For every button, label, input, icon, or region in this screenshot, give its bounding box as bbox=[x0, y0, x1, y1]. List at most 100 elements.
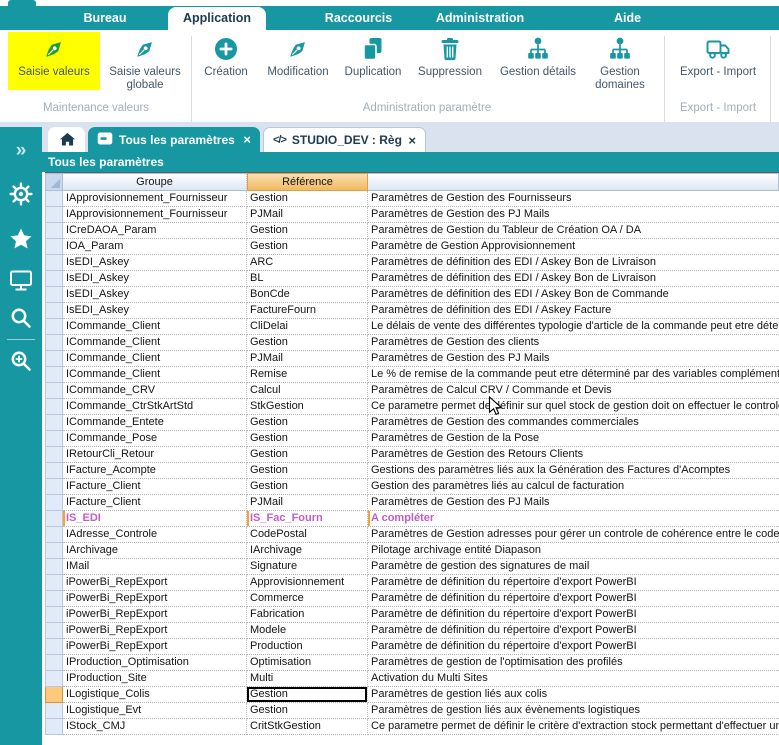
table-row[interactable]: ILogistique_ColisGestionParamètres de ge… bbox=[45, 687, 779, 703]
cell-groupe[interactable]: ICommande_CtrStkArtStd bbox=[63, 399, 247, 415]
monitor-icon[interactable] bbox=[8, 267, 34, 293]
row-header[interactable] bbox=[45, 559, 63, 575]
cell-groupe[interactable]: iPowerBi_RepExport bbox=[63, 639, 247, 655]
cell-description[interactable]: Paramètres de définition des EDI / Askey… bbox=[368, 255, 779, 271]
cell-reference[interactable]: Commerce bbox=[247, 591, 368, 607]
cell-description[interactable]: Gestions des paramètres liés aux la Géné… bbox=[368, 463, 779, 479]
table-row[interactable]: iPowerBi_RepExportModeleParamètre de déf… bbox=[45, 623, 779, 639]
table-row[interactable]: ICommande_ClientGestionParamètres de Ges… bbox=[45, 335, 779, 351]
row-header[interactable] bbox=[45, 335, 63, 351]
document-tab-tous-les-parametres[interactable]: Tous les paramètres× bbox=[88, 127, 260, 152]
menu-tab-aide[interactable]: Aide bbox=[575, 6, 680, 30]
row-header[interactable] bbox=[45, 495, 63, 511]
table-row[interactable]: ICommande_ClientPJMailParamètres de Gest… bbox=[45, 351, 779, 367]
table-row[interactable]: IsEDI_AskeyBLParamètres de définition de… bbox=[45, 271, 779, 287]
table-row[interactable]: IApprovisionnement_FournisseurPJMailPara… bbox=[45, 207, 779, 223]
cell-groupe[interactable]: IOA_Param bbox=[63, 239, 247, 255]
table-row[interactable]: IFacture_AcompteGestionGestions des para… bbox=[45, 463, 779, 479]
close-icon[interactable]: × bbox=[243, 133, 251, 146]
row-header[interactable] bbox=[45, 415, 63, 431]
cell-reference[interactable]: Gestion bbox=[247, 703, 368, 719]
row-header[interactable] bbox=[45, 399, 63, 415]
cell-groupe[interactable]: IStock_CMJ bbox=[63, 719, 247, 735]
row-header[interactable] bbox=[45, 447, 63, 463]
cell-reference[interactable]: FactureFourn bbox=[247, 303, 368, 319]
table-row[interactable]: IRetourCli_RetourGestionParamètres de Ge… bbox=[45, 447, 779, 463]
cell-description[interactable]: Paramètres de définition des EDI / Askey… bbox=[368, 287, 779, 303]
cell-description[interactable]: Ce parametre permet de définir le critèr… bbox=[368, 719, 779, 735]
zoom-in-icon[interactable] bbox=[8, 348, 34, 374]
cell-reference[interactable]: Approvisionnement bbox=[247, 575, 368, 591]
cell-groupe[interactable]: iPowerBi_RepExport bbox=[63, 591, 247, 607]
cell-description[interactable]: Paramètres de Gestion du Tableur de Créa… bbox=[368, 223, 779, 239]
cell-description[interactable]: Gestion des paramètres liés au calcul de… bbox=[368, 479, 779, 495]
cell-description[interactable]: Paramètre de définition du répertoire d'… bbox=[368, 575, 779, 591]
home-tab[interactable] bbox=[48, 127, 85, 152]
document-tab-studio-dev[interactable]: </>STUDIO_DEV : Règles DI...× bbox=[263, 127, 426, 152]
cell-groupe[interactable]: IApprovisionnement_Fournisseur bbox=[63, 191, 247, 207]
chevrons-right-icon[interactable]: » bbox=[8, 137, 34, 163]
cell-reference[interactable]: Gestion bbox=[247, 447, 368, 463]
cell-groupe[interactable]: ICommande_Client bbox=[63, 319, 247, 335]
table-row[interactable]: IFacture_ClientGestionGestion des paramè… bbox=[45, 479, 779, 495]
cell-groupe[interactable]: iPowerBi_RepExport bbox=[63, 607, 247, 623]
table-row[interactable]: ICommande_ClientCliDelaiLe délais de ven… bbox=[45, 319, 779, 335]
row-header[interactable] bbox=[45, 671, 63, 687]
table-row[interactable]: IsEDI_AskeyARCParamètres de définition d… bbox=[45, 255, 779, 271]
table-row[interactable]: IMailSignatureParamètre de gestion des s… bbox=[45, 559, 779, 575]
cell-reference[interactable]: PJMail bbox=[247, 351, 368, 367]
cell-description[interactable]: Paramètre de définition du répertoire d'… bbox=[368, 591, 779, 607]
cell-description[interactable]: Paramètres de Gestion des PJ Mails bbox=[368, 207, 779, 223]
cell-reference[interactable]: Calcul bbox=[247, 383, 368, 399]
cell-groupe[interactable]: ICreDAOA_Param bbox=[63, 223, 247, 239]
cell-reference[interactable]: Gestion bbox=[247, 431, 368, 447]
row-header[interactable] bbox=[45, 367, 63, 383]
table-row[interactable]: iPowerBi_RepExportFabricationParamètre d… bbox=[45, 607, 779, 623]
cell-groupe[interactable]: IsEDI_Askey bbox=[63, 271, 247, 287]
cell-reference[interactable]: Optimisation bbox=[247, 655, 368, 671]
cell-description[interactable]: Paramètre de définition du répertoire d'… bbox=[368, 639, 779, 655]
grid-select-all-corner[interactable] bbox=[45, 173, 63, 191]
cell-reference[interactable]: CritStkGestion bbox=[247, 719, 368, 735]
cell-groupe[interactable]: IFacture_Client bbox=[63, 479, 247, 495]
ribbon-button-saisie-valeurs[interactable]: Saisie valeurs bbox=[8, 32, 100, 90]
cell-description[interactable]: Paramètres de gestion de l'optimisation … bbox=[368, 655, 779, 671]
cell-groupe[interactable]: IS_EDI bbox=[63, 511, 247, 527]
cell-reference[interactable]: IArchivage bbox=[247, 543, 368, 559]
table-row[interactable]: ICommande_PoseGestionParamètres de Gesti… bbox=[45, 431, 779, 447]
row-header[interactable] bbox=[45, 623, 63, 639]
cell-reference[interactable]: BonCde bbox=[247, 287, 368, 303]
cell-groupe[interactable]: IRetourCli_Retour bbox=[63, 447, 247, 463]
table-row[interactable]: IsEDI_AskeyBonCdeParamètres de définitio… bbox=[45, 287, 779, 303]
cell-reference[interactable]: Gestion bbox=[247, 191, 368, 207]
search-icon[interactable] bbox=[8, 305, 34, 331]
table-row[interactable]: iPowerBi_RepExportApprovisionnementParam… bbox=[45, 575, 779, 591]
row-header[interactable] bbox=[45, 607, 63, 623]
row-header[interactable] bbox=[45, 255, 63, 271]
table-row[interactable]: ILogistique_EvtGestionParamètres de gest… bbox=[45, 703, 779, 719]
gear-icon[interactable] bbox=[8, 181, 34, 207]
row-header[interactable] bbox=[45, 351, 63, 367]
cell-description[interactable]: A compléter bbox=[368, 511, 779, 527]
cell-groupe[interactable]: IProduction_Site bbox=[63, 671, 247, 687]
row-header[interactable] bbox=[45, 239, 63, 255]
cell-groupe[interactable]: iPowerBi_RepExport bbox=[63, 575, 247, 591]
cell-description[interactable]: Ce parametre permet de définir sur quel … bbox=[368, 399, 779, 415]
cell-reference[interactable]: ARC bbox=[247, 255, 368, 271]
cell-description[interactable]: Paramètre de définition du répertoire d'… bbox=[368, 607, 779, 623]
row-header[interactable] bbox=[45, 463, 63, 479]
ribbon-button-cr-ation[interactable]: Création bbox=[196, 32, 256, 116]
table-row[interactable]: ICreDAOA_ParamGestionParamètres de Gesti… bbox=[45, 223, 779, 239]
cell-reference[interactable]: PJMail bbox=[247, 495, 368, 511]
row-header[interactable] bbox=[45, 591, 63, 607]
row-header[interactable] bbox=[45, 223, 63, 239]
table-row[interactable]: IFacture_ClientPJMailParamètres de Gesti… bbox=[45, 495, 779, 511]
cell-reference[interactable]: PJMail bbox=[247, 207, 368, 223]
row-header[interactable] bbox=[45, 319, 63, 335]
cell-groupe[interactable]: IProduction_Optimisation bbox=[63, 655, 247, 671]
row-header[interactable] bbox=[45, 527, 63, 543]
cell-groupe[interactable]: IsEDI_Askey bbox=[63, 255, 247, 271]
cell-reference[interactable]: Gestion bbox=[247, 479, 368, 495]
column-header-description[interactable] bbox=[368, 173, 779, 191]
row-header[interactable] bbox=[45, 655, 63, 671]
